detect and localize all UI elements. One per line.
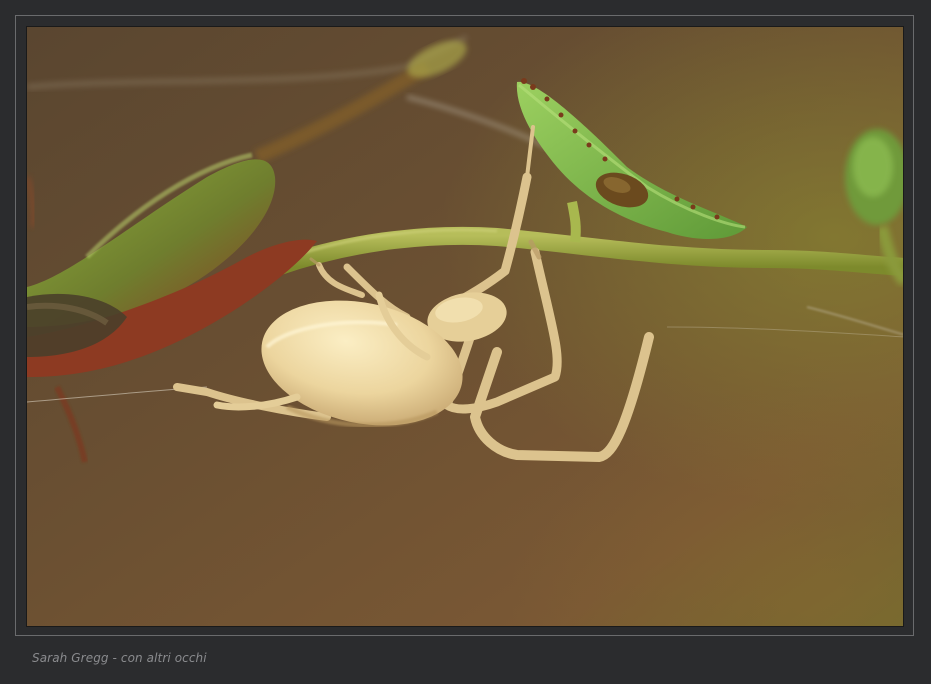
macro-photo (26, 26, 904, 627)
photo-credit-caption: Sarah Gregg - con altri occhi (32, 651, 207, 665)
photo-illustration (27, 27, 903, 626)
